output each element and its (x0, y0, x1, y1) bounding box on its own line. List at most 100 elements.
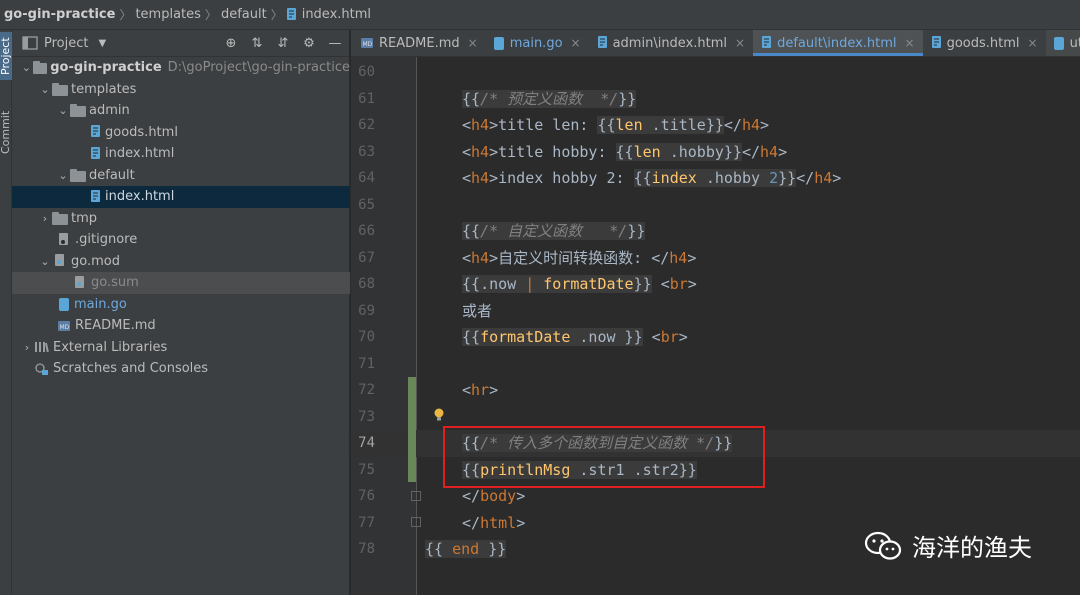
tab-label: default\index.html (777, 35, 897, 51)
watermark-text: 海洋的渔夫 (912, 534, 1032, 562)
code-editor[interactable]: 60 61 {{/* 预定义函数 */}} 62 <h4>title len: … (351, 57, 1080, 595)
tree-item-admin[interactable]: ⌄ admin (12, 100, 350, 122)
chevron-down-icon[interactable]: ⌄ (20, 61, 33, 74)
code-text: <h4>title hobby: {{len .hobby}}</h4> (462, 142, 788, 161)
tree-item-scratches[interactable]: Scratches and Consoles (12, 358, 350, 380)
chevron-down-icon[interactable]: ⌄ (38, 255, 52, 268)
tree-item-tmp[interactable]: › tmp (12, 208, 350, 230)
chevron-right-icon[interactable]: › (20, 341, 34, 354)
html-file-icon (762, 36, 772, 48)
tree-item-readme[interactable]: MD README.md (12, 315, 350, 337)
scratches-icon (35, 363, 48, 375)
code-line: 71 (351, 351, 1080, 378)
close-icon[interactable]: × (571, 36, 581, 50)
tab-main-go[interactable]: main.go × (486, 30, 589, 56)
tree-item-admin-goods[interactable]: goods.html (12, 122, 350, 144)
tree-item-main-go[interactable]: main.go (12, 294, 350, 316)
line-number: 64 (358, 170, 375, 186)
code-line: 61 {{/* 预定义函数 */}} (351, 86, 1080, 113)
view-dropdown-icon[interactable]: ▼ (98, 38, 106, 49)
code-line: 70 {{formatDate .now }} <br> (351, 324, 1080, 351)
code-text: {{/* 自定义函数 */}} (462, 222, 646, 240)
vcs-change-marker[interactable] (408, 377, 416, 482)
tree-item-project-root[interactable]: ⌄ go-gin-practice D:\goProject\go-gin-pr… (12, 57, 350, 79)
go-mod-file-icon (55, 254, 64, 267)
gear-icon[interactable]: ⚙ (301, 36, 317, 52)
commit-tool-tab[interactable]: Commit (0, 104, 12, 160)
fold-marker-icon[interactable] (411, 517, 421, 527)
tree-item-label: goods.html (105, 124, 178, 140)
tree-item-label: main.go (74, 296, 127, 312)
code-line: 64 <h4>index hobby 2: {{index .hobby 2}}… (351, 165, 1080, 192)
line-number: 71 (358, 355, 375, 372)
breadcrumb-file[interactable]: index.html (286, 7, 372, 22)
tree-item-admin-index[interactable]: index.html (12, 143, 350, 165)
tree-item-label: .gitignore (75, 232, 138, 248)
template-comment: /* 预定义函数 */ (480, 89, 619, 108)
markdown-file-icon: MD (361, 38, 373, 48)
tab-admin-index[interactable]: admin\index.html × (589, 30, 754, 56)
close-icon[interactable]: × (468, 36, 478, 50)
chevron-down-icon[interactable]: ⌄ (56, 104, 70, 117)
tree-item-label: go.mod (71, 253, 120, 269)
line-number: 74 (358, 435, 375, 451)
line-number: 69 (358, 302, 375, 319)
project-tool-tab[interactable]: Project (0, 32, 12, 80)
tree-item-default[interactable]: ⌄ default (12, 165, 350, 187)
gitignore-file-icon (59, 232, 68, 245)
close-icon[interactable]: × (905, 36, 915, 50)
breadcrumb-file-label: index.html (301, 7, 372, 22)
tab-goods[interactable]: goods.html × (923, 30, 1046, 56)
code-text: 或者 (462, 301, 493, 320)
tree-item-label: External Libraries (53, 339, 168, 355)
html-file-icon (286, 8, 296, 20)
tab-default-index[interactable]: default\index.html × (753, 30, 923, 56)
tree-item-label: admin (89, 103, 130, 119)
tree-item-label: index.html (105, 189, 175, 205)
svg-text:MD: MD (363, 41, 373, 48)
line-number: 63 (358, 143, 375, 160)
project-panel-title[interactable]: Project (44, 36, 88, 51)
html-file-icon (91, 125, 100, 138)
code-line: 68 {{.now | formatDate}} <br> (351, 271, 1080, 298)
tab-readme[interactable]: MD README.md × (351, 30, 486, 56)
breadcrumb-project[interactable]: go-gin-practice (4, 7, 115, 22)
breadcrumb-templates[interactable]: templates (135, 7, 200, 22)
hide-panel-icon[interactable]: — (327, 36, 343, 52)
chevron-down-icon[interactable]: ⌄ (38, 83, 52, 96)
tree-item-go-mod[interactable]: ⌄ go.mod (12, 251, 350, 273)
tree-item-external-libraries[interactable]: › External Libraries (12, 337, 350, 359)
tree-item-label: default (89, 167, 135, 183)
chevron-down-icon[interactable]: ⌄ (56, 169, 70, 182)
line-number: 76 (358, 488, 375, 504)
project-tree: ⌄ go-gin-practice D:\goProject\go-gin-pr… (12, 57, 350, 380)
folder-icon (70, 104, 86, 118)
tree-item-label: index.html (105, 146, 175, 162)
tab-utils-go[interactable]: utils.go (1045, 30, 1080, 56)
line-number: 66 (358, 223, 375, 239)
breadcrumb-default[interactable]: default (221, 7, 267, 22)
locate-file-icon[interactable]: ⊕ (223, 36, 239, 52)
line-number: 68 (358, 276, 375, 292)
tree-item-label: go.sum (91, 275, 139, 291)
tab-label: main.go (509, 35, 563, 51)
wechat-watermark: 海洋的渔夫 (864, 528, 1032, 563)
lightbulb-icon[interactable] (433, 408, 445, 422)
code-line: 60 (351, 59, 1080, 86)
line-number: 77 (358, 514, 375, 531)
tree-item-templates[interactable]: ⌄ templates (12, 79, 350, 101)
line-number: 78 (358, 541, 375, 557)
tree-item-gitignore[interactable]: .gitignore (12, 229, 350, 251)
html-file-icon (597, 36, 607, 48)
close-icon[interactable]: × (735, 36, 745, 50)
fold-marker-icon[interactable] (411, 491, 421, 501)
tree-item-go-sum[interactable]: go.sum (12, 272, 350, 294)
chevron-right-icon[interactable]: › (38, 212, 52, 225)
expand-all-icon[interactable]: ⇅ (249, 36, 265, 52)
library-icon (35, 342, 49, 353)
tree-item-default-index[interactable]: index.html (12, 186, 350, 208)
tree-item-label: README.md (75, 318, 156, 334)
collapse-all-icon[interactable]: ⇵ (275, 36, 291, 52)
editor-tab-bar: MD README.md × main.go × admin\index.htm… (351, 30, 1080, 57)
close-icon[interactable]: × (1028, 36, 1038, 50)
